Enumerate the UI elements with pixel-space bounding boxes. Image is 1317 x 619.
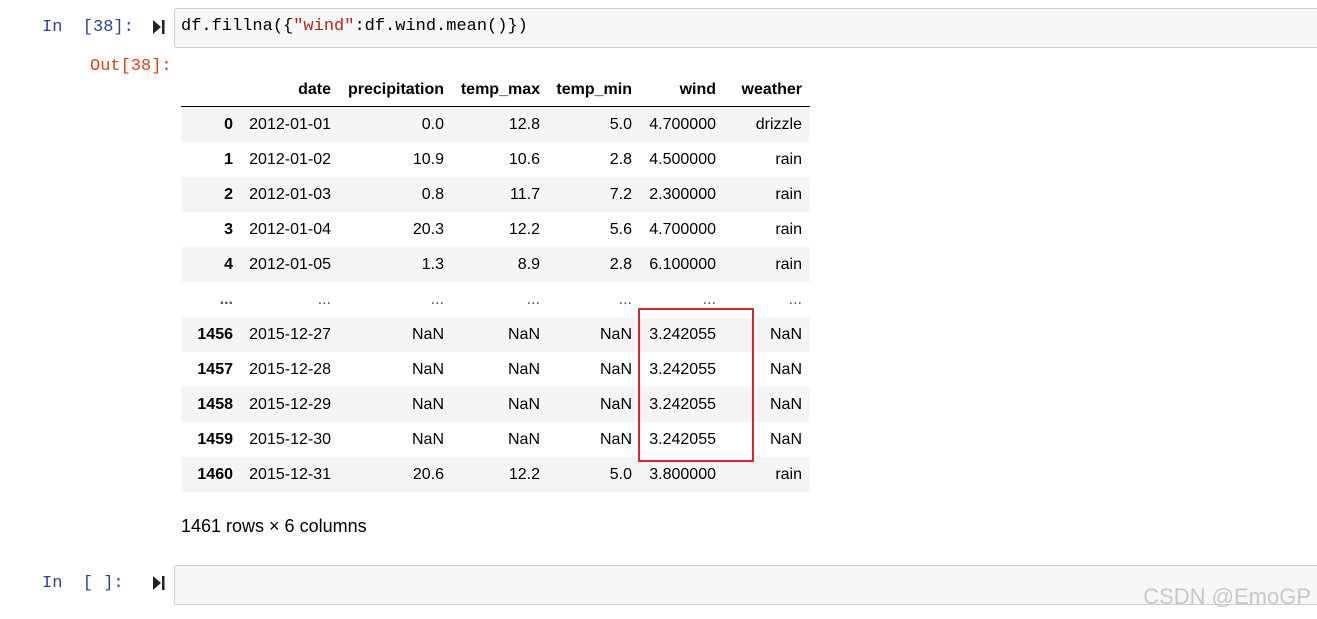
cell-temp-max: NaN bbox=[507, 360, 540, 378]
cell-weather: rain bbox=[775, 220, 802, 238]
cell-date: 2012-01-05 bbox=[249, 255, 331, 273]
cell-temp-min: 7.2 bbox=[609, 185, 632, 203]
watermark: CSDN @EmoGP bbox=[1143, 584, 1311, 609]
code-part-call: df.fillna({ bbox=[181, 17, 294, 36]
row-index: 0 bbox=[224, 115, 233, 133]
cell-temp-max: ... bbox=[526, 290, 540, 308]
header-wind: wind bbox=[640, 73, 724, 107]
in-prompt-38: In [38]: bbox=[42, 18, 134, 37]
cell-temp-max: NaN bbox=[507, 395, 540, 413]
cell-date: 2012-01-04 bbox=[249, 220, 331, 238]
cell-temp-min: 2.8 bbox=[609, 150, 632, 168]
cell-weather: rain bbox=[775, 185, 802, 203]
cell-temp-max: 12.2 bbox=[508, 220, 540, 238]
table-row: 2 2012-01-03 0.8 11.7 7.2 2.300000 rain bbox=[181, 177, 810, 212]
cell-precipitation: NaN bbox=[411, 325, 444, 343]
run-cell-icon[interactable] bbox=[152, 575, 166, 591]
cell-precipitation: 0.8 bbox=[421, 185, 444, 203]
cell-temp-max: 10.6 bbox=[508, 150, 540, 168]
cell-temp-min: NaN bbox=[599, 360, 632, 378]
cell-precipitation: ... bbox=[430, 290, 444, 308]
table-row: 0 2012-01-01 0.0 12.8 5.0 4.700000 drizz… bbox=[181, 106, 810, 142]
cell-temp-min: ... bbox=[618, 290, 632, 308]
row-index: 1460 bbox=[197, 465, 233, 483]
cell-temp-max: NaN bbox=[507, 325, 540, 343]
cell-temp-max: 8.9 bbox=[517, 255, 540, 273]
row-index: ... bbox=[219, 290, 233, 308]
row-index: 1458 bbox=[197, 395, 233, 413]
cell-temp-min: NaN bbox=[599, 430, 632, 448]
row-index: 4 bbox=[224, 255, 233, 273]
cell-weather: drizzle bbox=[755, 115, 802, 133]
cell-weather: rain bbox=[775, 150, 802, 168]
table-header-row: date precipitation temp_max temp_min win… bbox=[181, 73, 810, 107]
cell-temp-min: 5.0 bbox=[609, 115, 632, 133]
cell-precipitation: NaN bbox=[411, 430, 444, 448]
cell-date: 2015-12-31 bbox=[249, 465, 331, 483]
cell-temp-min: NaN bbox=[599, 395, 632, 413]
cell-wind: 4.500000 bbox=[649, 150, 716, 168]
row-index: 1456 bbox=[197, 325, 233, 343]
table-row: 3 2012-01-04 20.3 12.2 5.6 4.700000 rain bbox=[181, 212, 810, 247]
row-index: 1459 bbox=[197, 430, 233, 448]
table-row: 1460 2015-12-31 20.6 12.2 5.0 3.800000 r… bbox=[181, 457, 810, 492]
table-row: 1 2012-01-02 10.9 10.6 2.8 4.500000 rain bbox=[181, 142, 810, 177]
cell-wind: 3.800000 bbox=[649, 465, 716, 483]
header-temp-min: temp_min bbox=[548, 73, 640, 107]
table-row: 4 2012-01-05 1.3 8.9 2.8 6.100000 rain bbox=[181, 247, 810, 282]
cell-precipitation: 20.6 bbox=[412, 465, 444, 483]
code-text: df.fillna({"wind":df.wind.mean()}) bbox=[181, 17, 528, 36]
header-temp-max: temp_max bbox=[452, 73, 548, 107]
cell-precipitation: 1.3 bbox=[421, 255, 444, 273]
cell-wind: 6.100000 bbox=[649, 255, 716, 273]
cell-temp-min: 5.0 bbox=[609, 465, 632, 483]
highlight-annotation-box bbox=[638, 308, 754, 462]
cell-date: 2015-12-28 bbox=[249, 360, 331, 378]
code-part-string: "wind" bbox=[293, 17, 355, 36]
run-cell-icon[interactable] bbox=[152, 19, 166, 35]
cell-precipitation: 0.0 bbox=[421, 115, 444, 133]
row-index: 2 bbox=[224, 185, 233, 203]
cell-date: 2012-01-03 bbox=[249, 185, 331, 203]
dataframe-shape-summary: 1461 rows × 6 columns bbox=[181, 516, 367, 536]
cell-temp-min: NaN bbox=[599, 325, 632, 343]
out-prompt-38: Out[38]: bbox=[90, 57, 172, 76]
cell-temp-max: 11.7 bbox=[510, 185, 540, 203]
cell-wind: 2.300000 bbox=[649, 185, 716, 203]
cell-date: 2015-12-29 bbox=[249, 395, 331, 413]
cell-date: 2012-01-02 bbox=[249, 150, 331, 168]
cell-weather: rain bbox=[775, 255, 802, 273]
cell-date: ... bbox=[317, 290, 331, 308]
row-index: 3 bbox=[224, 220, 233, 238]
cell-date: 2015-12-27 bbox=[249, 325, 331, 343]
cell-weather: rain bbox=[775, 465, 802, 483]
header-weather: weather bbox=[724, 73, 810, 107]
row-index: 1 bbox=[224, 150, 233, 168]
header-index bbox=[181, 73, 241, 107]
cell-wind: 4.700000 bbox=[649, 115, 716, 133]
cell-date: 2012-01-01 bbox=[249, 115, 331, 133]
header-date: date bbox=[241, 73, 339, 107]
cell-temp-min: 5.6 bbox=[609, 220, 632, 238]
cell-temp-max: 12.8 bbox=[508, 115, 540, 133]
cell-precipitation: 20.3 bbox=[412, 220, 444, 238]
cell-date: 2015-12-30 bbox=[249, 430, 331, 448]
header-precipitation: precipitation bbox=[339, 73, 452, 107]
code-part-rest: :df.wind.mean()}) bbox=[354, 17, 528, 36]
cell-precipitation: 10.9 bbox=[412, 150, 444, 168]
cell-precipitation: NaN bbox=[411, 395, 444, 413]
cell-temp-max: 12.2 bbox=[508, 465, 540, 483]
in-prompt-empty: In [ ]: bbox=[42, 574, 124, 593]
cell-temp-max: NaN bbox=[507, 430, 540, 448]
cell-precipitation: NaN bbox=[411, 360, 444, 378]
cell-wind: 4.700000 bbox=[649, 220, 716, 238]
code-input-cell-1[interactable]: df.fillna({"wind":df.wind.mean()}) bbox=[174, 8, 1317, 48]
cell-temp-min: 2.8 bbox=[609, 255, 632, 273]
row-index: 1457 bbox=[197, 360, 233, 378]
